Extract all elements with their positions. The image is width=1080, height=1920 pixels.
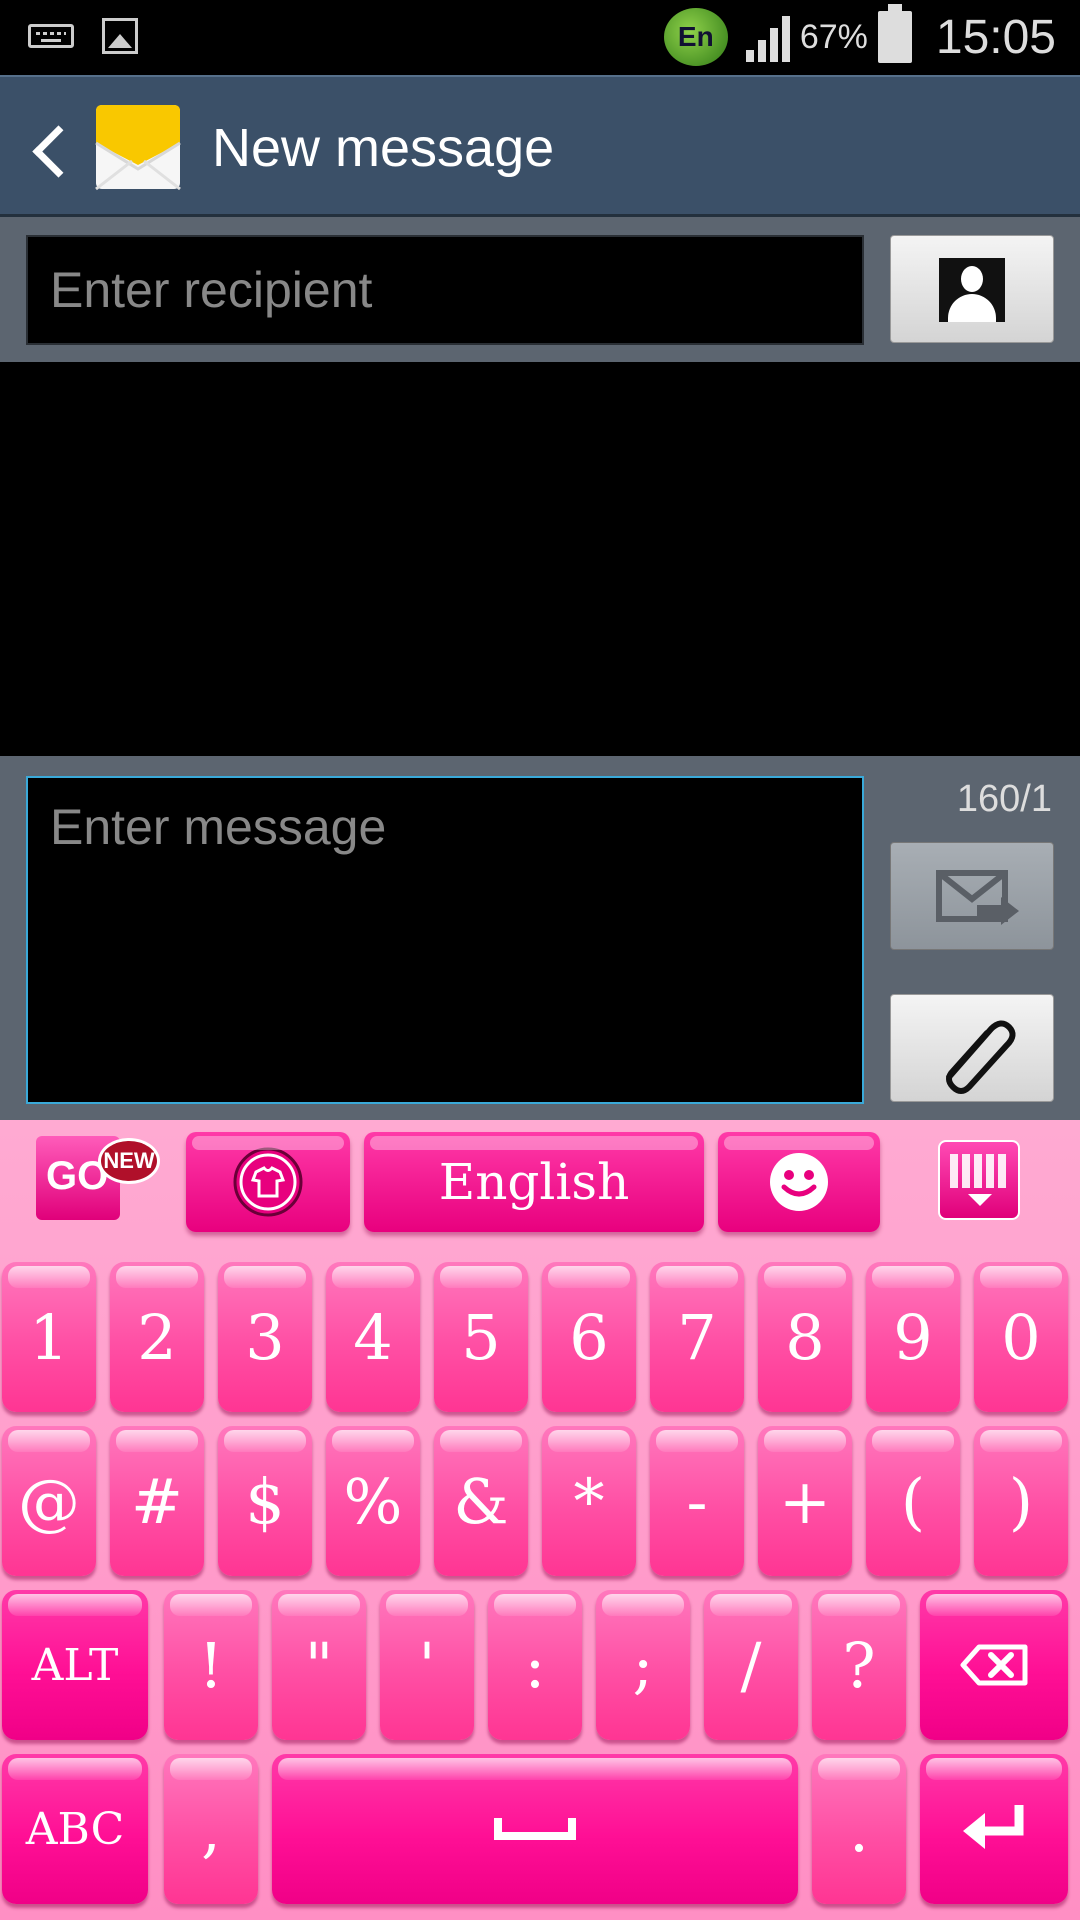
hide-keyboard-button[interactable] — [938, 1140, 1020, 1220]
contacts-button[interactable] — [890, 235, 1054, 343]
emoji-button[interactable] — [718, 1132, 880, 1232]
key-hash[interactable]: # — [110, 1426, 204, 1576]
recipient-input[interactable]: Enter recipient — [26, 235, 864, 345]
contact-icon — [939, 258, 1005, 322]
battery-icon — [877, 4, 912, 63]
language-button[interactable]: English — [364, 1132, 704, 1232]
paperclip-icon — [946, 1020, 1016, 1094]
backspace-key[interactable] — [920, 1590, 1068, 1740]
key-exclamation[interactable]: ! — [164, 1590, 258, 1740]
clock: 15:05 — [935, 10, 1056, 64]
send-button[interactable] — [890, 842, 1054, 950]
send-icon — [936, 870, 1019, 925]
key-open-paren[interactable]: ( — [866, 1426, 960, 1576]
key-slash[interactable]: / — [704, 1590, 798, 1740]
emoji-icon — [770, 1153, 828, 1211]
key-question[interactable]: ? — [812, 1590, 906, 1740]
key-4[interactable]: 4 — [326, 1262, 420, 1412]
keyboard-icon — [28, 24, 74, 48]
key-plus[interactable]: + — [758, 1426, 852, 1576]
status-bar: En 67% 15:05 — [0, 0, 1080, 75]
key-0[interactable]: 0 — [974, 1262, 1068, 1412]
page-title: New message — [212, 118, 555, 178]
key-percent[interactable]: % — [326, 1426, 420, 1576]
key-abc[interactable]: ABC — [2, 1754, 148, 1904]
key-asterisk[interactable]: * — [542, 1426, 636, 1576]
key-period[interactable]: . — [812, 1754, 906, 1904]
enter-icon — [963, 1805, 1024, 1849]
key-ampersand[interactable]: & — [434, 1426, 528, 1576]
key-9[interactable]: 9 — [866, 1262, 960, 1412]
battery-percent: 67% — [799, 17, 868, 56]
key-1[interactable]: 1 — [2, 1262, 96, 1412]
action-bar: New message — [0, 75, 1080, 217]
key-at[interactable]: @ — [2, 1426, 96, 1576]
space-key[interactable] — [272, 1754, 798, 1904]
space-icon — [494, 1818, 576, 1840]
key-5[interactable]: 5 — [434, 1262, 528, 1412]
shirt-icon — [233, 1147, 303, 1217]
image-icon — [102, 18, 138, 54]
language-label: English — [438, 1153, 630, 1211]
key-6[interactable]: 6 — [542, 1262, 636, 1412]
key-close-paren[interactable]: ) — [974, 1426, 1068, 1576]
key-alt[interactable]: ALT — [2, 1590, 148, 1740]
enter-key[interactable] — [920, 1754, 1068, 1904]
key-3[interactable]: 3 — [218, 1262, 312, 1412]
keyboard: GO NEW English 1 2 3 4 5 6 7 8 9 0 @ # $… — [0, 1120, 1080, 1920]
attach-button[interactable] — [890, 994, 1054, 1102]
key-apostrophe[interactable]: ' — [380, 1590, 474, 1740]
key-semicolon[interactable]: ; — [596, 1590, 690, 1740]
key-colon[interactable]: : — [488, 1590, 582, 1740]
key-2[interactable]: 2 — [110, 1262, 204, 1412]
recipient-row: Enter recipient — [0, 217, 1080, 362]
key-8[interactable]: 8 — [758, 1262, 852, 1412]
backspace-icon — [960, 1644, 1028, 1686]
new-badge: NEW — [98, 1138, 160, 1184]
key-7[interactable]: 7 — [650, 1262, 744, 1412]
key-dollar[interactable]: $ — [218, 1426, 312, 1576]
conversation-area — [0, 362, 1080, 756]
key-comma[interactable]: , — [164, 1754, 258, 1904]
key-minus[interactable]: - — [650, 1426, 744, 1576]
theme-button[interactable] — [186, 1132, 350, 1232]
compose-row: Enter message 160/1 — [0, 756, 1080, 1120]
message-input[interactable]: Enter message — [26, 776, 864, 1104]
key-double-quote[interactable]: " — [272, 1590, 366, 1740]
signal-icon — [745, 12, 790, 62]
language-badge: En — [663, 8, 728, 66]
char-counter: 160/1 — [956, 778, 1052, 820]
messaging-app-icon — [94, 103, 182, 191]
back-icon[interactable] — [30, 121, 70, 175]
